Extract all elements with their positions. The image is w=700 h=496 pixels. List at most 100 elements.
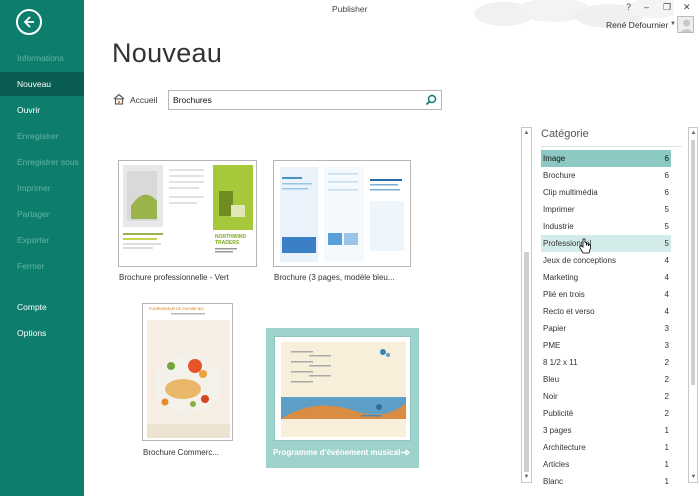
category-count: 3 <box>664 341 669 350</box>
category-item[interactable]: Image 6 <box>541 150 671 167</box>
template-label: Brochure professionnelle - Vert <box>119 273 229 282</box>
category-count: 6 <box>664 154 669 163</box>
category-item[interactable]: Publicité 2 <box>541 405 671 422</box>
category-label: Articles <box>543 460 570 469</box>
category-label: Jeux de conceptions <box>543 256 616 265</box>
category-item[interactable]: Professionnel 5 <box>541 235 671 252</box>
scrollbar-thumb[interactable] <box>524 252 529 472</box>
user-name[interactable]: René Defournier <box>606 20 668 30</box>
category-item[interactable]: Plié en trois 4 <box>541 286 671 303</box>
category-count: 5 <box>664 205 669 214</box>
template-brochure-pro-vert[interactable]: NORTHWIND TRADERS Brochure professionnel… <box>118 160 258 285</box>
nav-informations[interactable]: Informations <box>0 46 84 70</box>
nav-fermer[interactable]: Fermer <box>0 254 84 278</box>
category-item[interactable]: Bleu 2 <box>541 371 671 388</box>
search-icon[interactable] <box>425 94 437 106</box>
category-label: Recto et verso <box>543 307 595 316</box>
category-count: 4 <box>664 290 669 299</box>
category-count: 1 <box>664 443 669 452</box>
template-brochure-bleu[interactable]: Brochure (3 pages, modèle bleu... <box>273 160 413 285</box>
search-input[interactable] <box>173 93 418 107</box>
svg-text:TRADERS: TRADERS <box>215 240 240 246</box>
category-count: 2 <box>664 392 669 401</box>
category-item[interactable]: Recto et verso 4 <box>541 303 671 320</box>
category-label: Publicité <box>543 409 574 418</box>
template-preview-graphic: NORTHWIND TRADERS <box>123 165 253 253</box>
template-label: Programme d'événement musical <box>273 448 401 457</box>
category-count: 5 <box>664 222 669 231</box>
nav-options[interactable]: Options <box>0 321 84 345</box>
category-label: Marketing <box>543 273 579 282</box>
category-item[interactable]: PME 3 <box>541 337 671 354</box>
page-title: Nouveau <box>112 38 223 68</box>
nav-exporter[interactable]: Exporter <box>0 228 84 252</box>
category-label: Plié en trois <box>543 290 585 299</box>
category-label: Noir <box>543 392 558 401</box>
back-arrow-icon <box>23 16 34 28</box>
category-label: Brochure <box>543 171 576 180</box>
category-label: Imprimer <box>543 205 575 214</box>
person-icon <box>680 19 693 32</box>
category-label: Blanc <box>543 477 564 486</box>
template-label: Brochure Commerc... <box>143 448 220 457</box>
category-label: Image <box>543 154 566 163</box>
pin-icon[interactable] <box>400 448 410 457</box>
category-item[interactable]: Jeux de conceptions 4 <box>541 252 671 269</box>
template-thumbnail: FOURNISSEUR DE CUISINE BIO <box>142 303 233 441</box>
nav-ouvrir[interactable]: Ouvrir <box>0 98 84 122</box>
close-button[interactable]: ✕ <box>683 2 691 13</box>
nav-partager[interactable]: Partager <box>0 202 84 226</box>
avatar[interactable] <box>677 16 694 33</box>
category-count: 4 <box>664 307 669 316</box>
category-count: 4 <box>664 273 669 282</box>
scroll-down-icon[interactable]: ▼ <box>690 473 697 481</box>
backstage-sidebar: Informations Nouveau Ouvrir Enregistrer … <box>0 0 84 496</box>
category-label: 8 1/2 x 11 <box>543 358 578 367</box>
help-button[interactable]: ? <box>626 2 631 12</box>
category-item[interactable]: Brochure 6 <box>541 167 671 184</box>
category-item[interactable]: Blanc 1 <box>541 473 671 486</box>
nav-nouveau[interactable]: Nouveau <box>0 72 84 96</box>
category-item[interactable]: 3 pages 1 <box>541 422 671 439</box>
scroll-up-icon[interactable]: ▲ <box>523 129 530 137</box>
category-count: 6 <box>664 171 669 180</box>
scroll-down-icon[interactable]: ▼ <box>523 473 530 481</box>
category-item[interactable]: Architecture 1 <box>541 439 671 456</box>
templates-scrollbar[interactable]: ▲ ▼ <box>521 127 532 483</box>
category-scrollbar[interactable]: ▲ ▼ <box>688 127 698 483</box>
category-item[interactable]: Noir 2 <box>541 388 671 405</box>
user-menu-caret-icon[interactable]: ▼ <box>670 21 676 27</box>
nav-enregistrer-sous[interactable]: Enregistrer sous <box>0 150 84 174</box>
category-count: 5 <box>664 239 669 248</box>
category-label: 3 pages <box>543 426 572 435</box>
category-item[interactable]: Marketing 4 <box>541 269 671 286</box>
category-item[interactable]: Papier 3 <box>541 320 671 337</box>
category-item[interactable]: Clip multimédia 6 <box>541 184 671 201</box>
category-item[interactable]: 8 1/2 x 11 2 <box>541 354 671 371</box>
nav-enregistrer[interactable]: Enregistrer <box>0 124 84 148</box>
template-label: Brochure (3 pages, modèle bleu... <box>274 273 395 282</box>
scrollbar-thumb[interactable] <box>691 140 695 385</box>
svg-text:FOURNISSEUR DE CUISINE BIO: FOURNISSEUR DE CUISINE BIO <box>149 307 204 311</box>
restore-button[interactable]: ❐ <box>663 2 671 13</box>
breadcrumb-home[interactable]: Accueil <box>130 95 157 105</box>
category-count: 3 <box>664 324 669 333</box>
category-divider <box>541 146 682 147</box>
template-programme-musical[interactable]: Programme d'événement musical <box>266 328 419 468</box>
category-count: 2 <box>664 358 669 367</box>
category-item[interactable]: Industrie 5 <box>541 218 671 235</box>
category-count: 2 <box>664 409 669 418</box>
category-item[interactable]: Articles 1 <box>541 456 671 473</box>
category-label: Papier <box>543 324 567 333</box>
search-box <box>168 90 442 110</box>
nav-imprimer[interactable]: Imprimer <box>0 176 84 200</box>
nav-compte[interactable]: Compte <box>0 295 84 319</box>
category-count: 2 <box>664 375 669 384</box>
home-icon[interactable] <box>113 93 125 105</box>
back-button[interactable] <box>16 9 42 35</box>
minimize-button[interactable]: – <box>644 2 649 12</box>
scroll-up-icon[interactable]: ▲ <box>690 129 697 137</box>
app-title: Publisher <box>332 4 368 14</box>
category-item[interactable]: Imprimer 5 <box>541 201 671 218</box>
template-brochure-commerciale[interactable]: FOURNISSEUR DE CUISINE BIO Brochure Comm… <box>142 303 237 463</box>
